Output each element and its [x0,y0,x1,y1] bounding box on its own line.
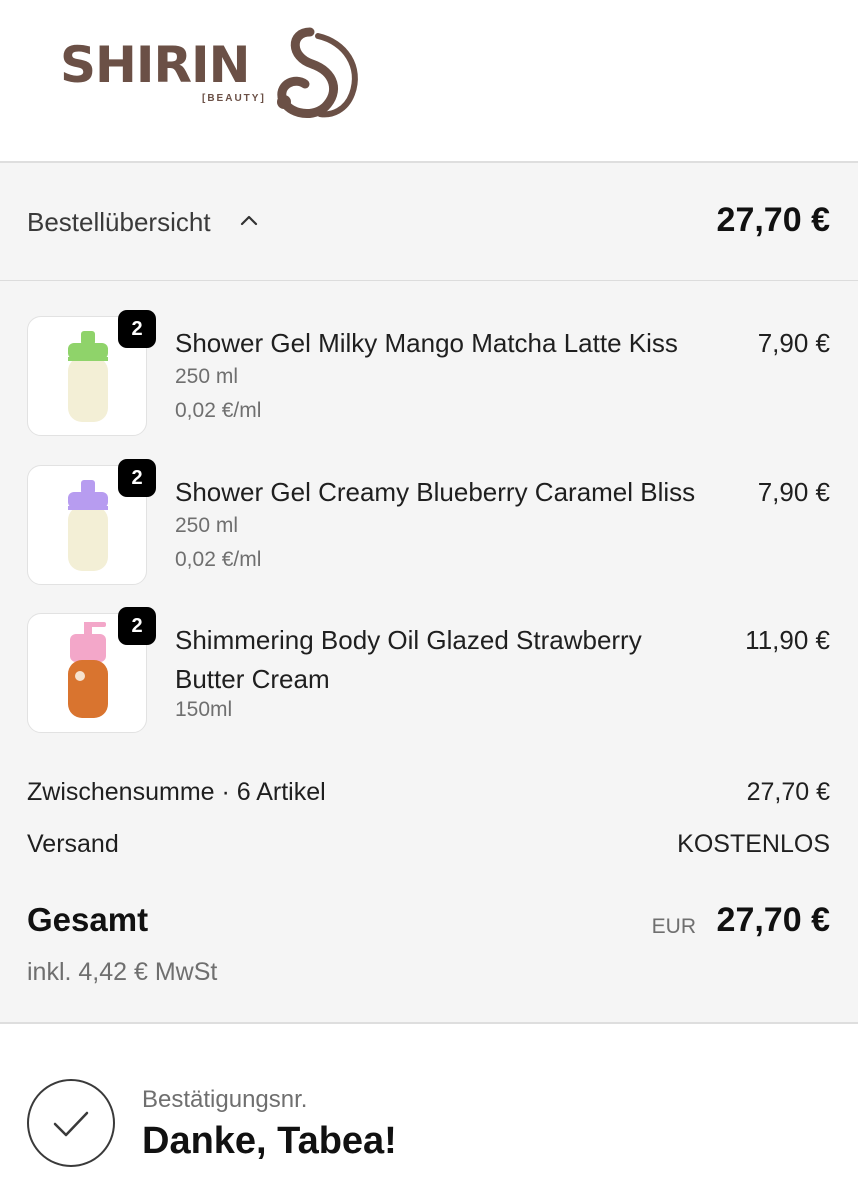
total-value: 27,70 € [716,901,830,939]
site-header: SHIRIN [BEAUTY] [0,0,858,163]
shipping-label: Versand [27,830,119,858]
chevron-up-icon [240,215,258,226]
line-item: 2 Shimmering Body Oil Glazed Strawberry … [0,607,858,753]
product-price: 7,90 € [757,328,830,358]
product-size: 150ml [175,698,233,721]
brand-name: SHIRIN [60,36,250,94]
product-size: 250 ml [175,514,239,537]
order-summary-toggle[interactable]: Bestellübersicht 27,70 € [0,163,858,281]
order-summary-label: Bestellübersicht [27,207,211,237]
order-summary-total: 27,70 € [716,201,830,239]
product-name: Shower Gel Milky Mango Matcha Latte Kiss [175,328,678,358]
checkmark-icon [53,1111,89,1137]
thank-you-heading: Danke, Tabea! [142,1120,397,1162]
confirmation-number-label: Bestätigungsnr. [142,1086,308,1113]
product-name: Shimmering Body Oil Glazed Strawberry Bu… [175,625,642,694]
product-size: 250 ml [175,365,239,388]
total-label: Gesamt [27,901,149,938]
subtotal-value: 27,70 € [746,778,830,806]
line-item: 2 Shower Gel Creamy Blueberry Caramel Bl… [0,459,858,605]
product-unit-price: 0,02 €/ml [175,399,262,422]
order-summary: Bestellübersicht 27,70 € 2 Shower Gel Mi… [0,163,858,1024]
brand-subtitle: [BEAUTY] [202,93,266,104]
quantity-badge: 2 [118,459,156,497]
product-price: 11,90 € [745,625,830,655]
quantity-badge: 2 [118,310,156,348]
brand-monogram-icon [277,27,358,118]
subtotal-label: Zwischensumme · 6 Artikel [27,778,326,806]
line-item: 2 Shower Gel Milky Mango Matcha Latte Ki… [0,310,858,456]
quantity-badge: 2 [118,607,156,645]
product-price: 7,90 € [757,477,830,507]
check-circle-icon [27,1079,115,1167]
product-name: Shower Gel Creamy Blueberry Caramel Blis… [175,477,696,507]
tax-note: inkl. 4,42 € MwSt [27,958,218,986]
total-currency: EUR [651,915,696,938]
shipping-value: KOSTENLOS [677,830,830,858]
product-unit-price: 0,02 €/ml [175,548,262,571]
